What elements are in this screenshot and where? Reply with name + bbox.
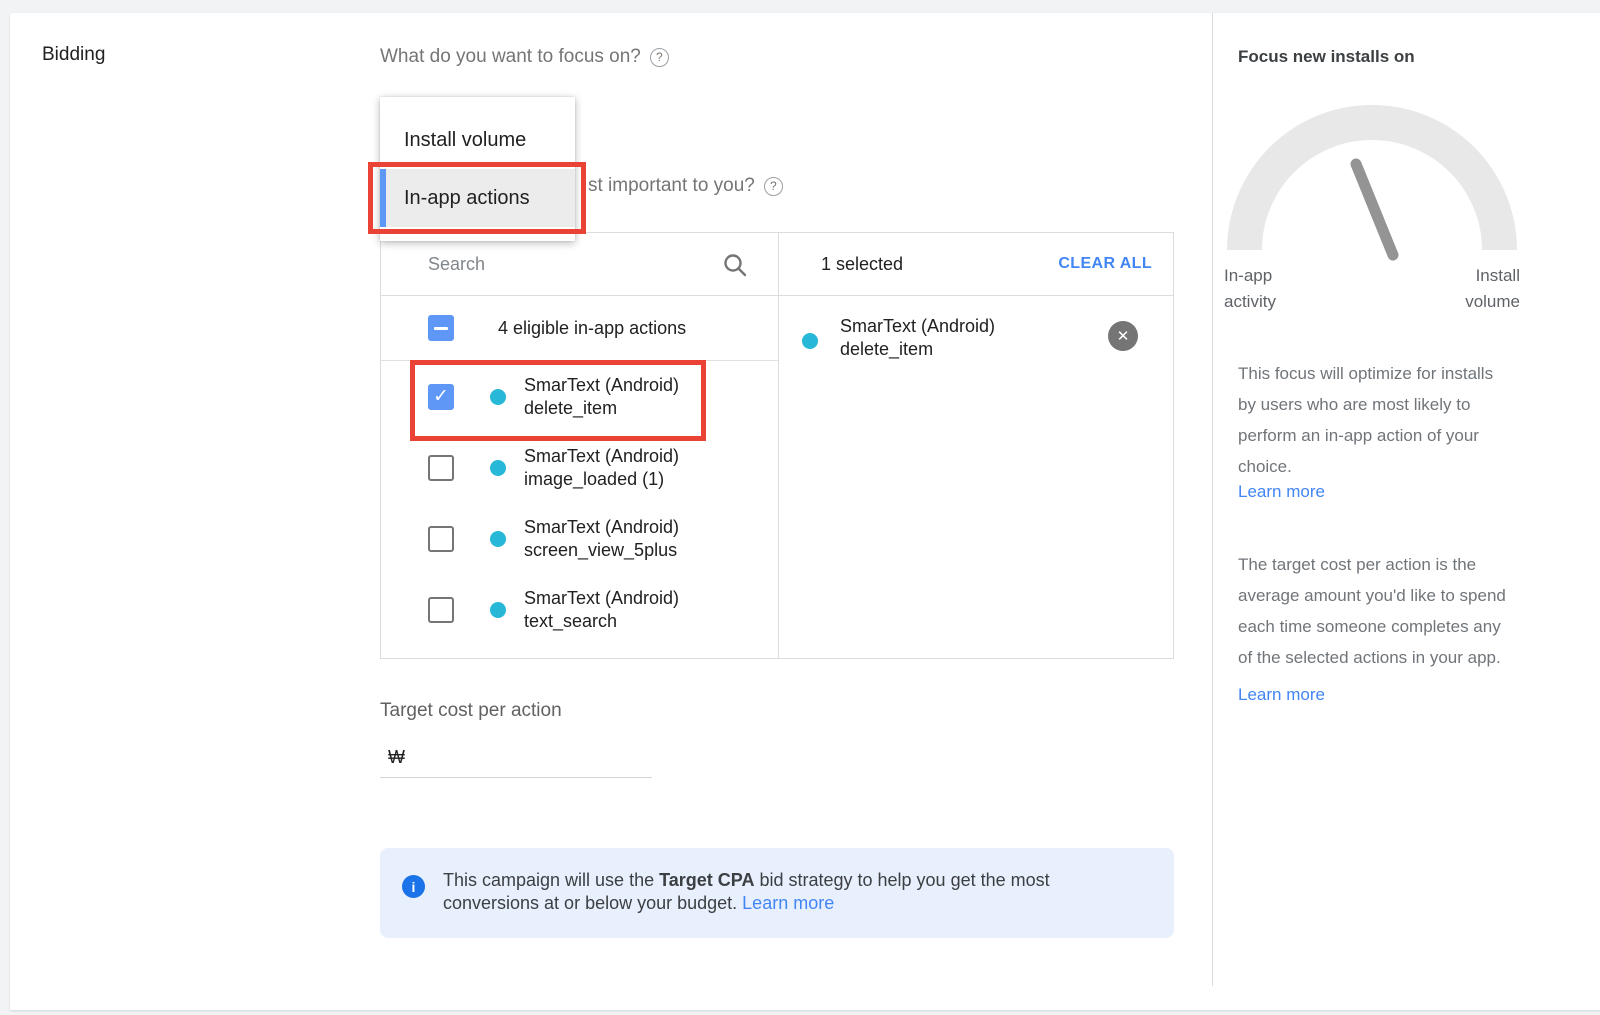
list-item-delete-item[interactable]: ✓ SmarText (Android) delete_item [381,361,778,432]
item-app-name: SmarText (Android) [524,516,679,539]
item-action-name: screen_view_5plus [524,539,679,562]
banner-learn-more-link[interactable]: Learn more [742,893,834,913]
selected-option-indicator-bar [380,169,386,227]
paragraph-line: The target cost per action is the [1238,549,1538,580]
dropdown-option-install-volume[interactable]: Install volume [380,111,575,169]
banner-bold-text: Target CPA [659,870,754,890]
selected-item-label: SmarText (Android) delete_item [840,315,995,361]
in-app-actions-picker: Search 1 selected CLEAR ALL 4 eligible i… [380,232,1174,659]
selected-app-name: SmarText (Android) [840,315,995,338]
picker-header: Search 1 selected CLEAR ALL [381,233,1173,296]
action-dot-icon [490,389,506,405]
select-all-checkbox[interactable] [428,315,454,341]
item-checkbox[interactable] [428,526,454,552]
search-input[interactable]: Search [381,233,779,295]
close-icon[interactable]: ✕ [1108,321,1138,351]
importance-question-fragment: st important to you? ? [588,175,783,197]
search-placeholder: Search [428,254,485,275]
paragraph-line: perform an in-app action of your [1238,420,1538,451]
selected-count: 1 selected [821,254,903,275]
select-all-row[interactable]: 4 eligible in-app actions [381,296,778,361]
importance-question-text: st important to you? [588,175,755,197]
focus-question-text: What do you want to focus on? [380,46,641,68]
focus-question: What do you want to focus on? ? [380,46,669,68]
gauge-left-label-line: activity [1224,292,1276,311]
gauge-arc [1245,123,1500,250]
eligible-actions-list: 4 eligible in-app actions ✓ SmarText (An… [381,296,779,659]
item-label: SmarText (Android) image_loaded (1) [524,445,679,491]
list-item-screen-view-5plus[interactable]: SmarText (Android) screen_view_5plus [381,503,778,574]
gauge-left-label: In-app activity [1224,263,1276,315]
item-checkbox-checked[interactable]: ✓ [428,384,454,410]
item-label: SmarText (Android) text_search [524,587,679,633]
bidding-section-card: Bidding What do you want to focus on? ? … [10,13,1600,1010]
target-cpa-label: Target cost per action [380,700,562,722]
action-dot-icon [490,460,506,476]
focus-dropdown-menu: Install volume In-app actions [380,97,575,241]
selected-action-name: delete_item [840,338,995,361]
paragraph-line: choice. [1238,451,1538,482]
list-item-text-search[interactable]: SmarText (Android) text_search [381,574,778,645]
item-app-name: SmarText (Android) [524,587,679,610]
action-dot-icon [490,602,506,618]
item-label: SmarText (Android) delete_item [524,374,679,420]
dropdown-option-in-app-actions[interactable]: In-app actions [380,169,575,227]
help-circle-icon[interactable]: ? [764,177,783,196]
help-circle-icon[interactable]: ? [650,48,669,67]
panel-learn-more-link-1[interactable]: Learn more [1238,482,1325,502]
panel-learn-more-link-2[interactable]: Learn more [1238,685,1325,705]
focus-gauge [1218,95,1548,265]
item-action-name: delete_item [524,397,679,420]
clear-all-button[interactable]: CLEAR ALL [1058,255,1152,273]
item-label: SmarText (Android) screen_view_5plus [524,516,679,562]
gauge-left-label-line: In-app [1224,266,1272,285]
item-app-name: SmarText (Android) [524,445,679,468]
panel-heading: Focus new installs on [1238,47,1415,67]
item-checkbox[interactable] [428,455,454,481]
indeterminate-mark [434,327,448,330]
group-label: 4 eligible in-app actions [498,318,686,339]
bid-strategy-banner: i This campaign will use the Target CPA … [380,848,1174,938]
picker-body: 4 eligible in-app actions ✓ SmarText (An… [381,296,1173,659]
info-icon: i [402,875,425,898]
gauge-needle [1356,164,1393,255]
selected-item: SmarText (Android) delete_item ✕ [779,309,1173,369]
item-action-name: image_loaded (1) [524,468,679,491]
paragraph-line: average amount you'd like to spend [1238,580,1538,611]
currency-symbol: ₩ [380,747,405,768]
paragraph-line: This focus will optimize for installs [1238,358,1538,389]
target-cpa-input[interactable]: ₩ [380,738,652,778]
item-app-name: SmarText (Android) [524,374,679,397]
banner-text-segment: This campaign will use the [443,870,659,890]
banner-text: This campaign will use the Target CPA bi… [443,869,1143,915]
panel-description-target-cpa: The target cost per action is the averag… [1238,549,1538,673]
paragraph-line: by users who are most likely to [1238,389,1538,420]
gauge-right-label-line: Install [1476,266,1520,285]
action-dot-icon [802,333,818,349]
gauge-labels: In-app activity Install volume [1224,263,1520,315]
paragraph-line: each time someone completes any [1238,611,1538,642]
item-action-name: text_search [524,610,679,633]
paragraph-line: of the selected actions in your app. [1238,642,1538,673]
dropdown-option-label: In-app actions [404,187,530,210]
panel-divider [1212,13,1213,986]
panel-description-focus: This focus will optimize for installs by… [1238,358,1538,482]
selected-actions-list: SmarText (Android) delete_item ✕ [779,296,1173,659]
action-dot-icon [490,531,506,547]
item-checkbox[interactable] [428,597,454,623]
selected-panel-header: 1 selected CLEAR ALL [779,233,1173,295]
gauge-right-label-line: volume [1465,292,1520,311]
list-item-image-loaded[interactable]: SmarText (Android) image_loaded (1) [381,432,778,503]
search-icon [722,252,748,278]
section-title: Bidding [42,44,105,66]
gauge-right-label: Install volume [1465,263,1520,315]
